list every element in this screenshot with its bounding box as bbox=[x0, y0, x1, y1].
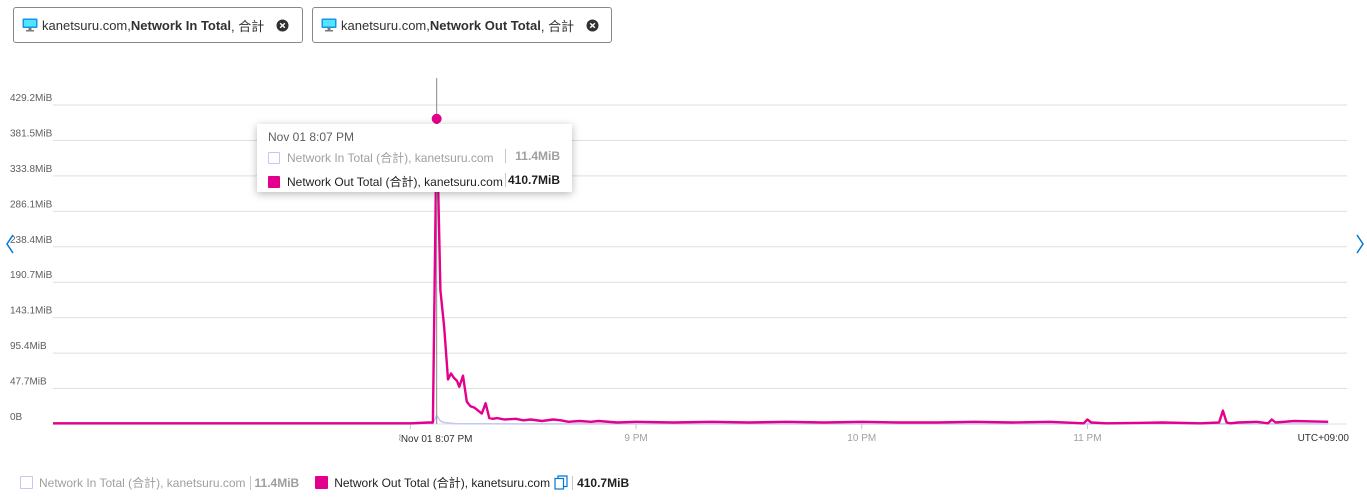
y-tick-label: 429.2MiB bbox=[10, 93, 53, 104]
y-tick-label: 333.8MiB bbox=[10, 164, 53, 175]
y-tick-label: 95.4MiB bbox=[10, 341, 47, 352]
series-swatch bbox=[268, 151, 280, 164]
legend-label: Network Out Total (合計), kanetsuru.com bbox=[334, 476, 551, 490]
x-axis-labels: 8 PM9 PM10 PM11 PMUTC+09:00 bbox=[399, 424, 1350, 444]
legend-value: 410.7MiB bbox=[572, 475, 629, 490]
metric-pill-network-in[interactable]: kanetsuru.com, Network In Total, 合計 bbox=[13, 7, 303, 43]
tooltip-label: Network Out Total (合計), kanetsuru.com bbox=[287, 175, 503, 189]
vm-icon bbox=[321, 18, 337, 32]
divider bbox=[505, 173, 506, 187]
pill-resource: kanetsuru.com, bbox=[341, 17, 430, 33]
x-tick-label: 9 PM bbox=[624, 433, 647, 444]
vm-icon bbox=[22, 18, 38, 32]
y-tick-label: 381.5MiB bbox=[10, 128, 53, 139]
grid-lines bbox=[53, 104, 1347, 425]
tooltip-label: Network In Total (合計), kanetsuru.com bbox=[287, 151, 494, 165]
pill-metric: Network In Total bbox=[130, 17, 232, 33]
legend-swatch bbox=[315, 476, 329, 489]
line-chart[interactable]: 0B 47.7MiB 95.4MiB 143.1MiB 190.7MiB 238.4MiB… bbox=[0, 60, 1367, 460]
tooltip-row-in: Network In Total (合計), kanetsuru.com bbox=[268, 149, 494, 166]
y-tick-label: 286.1MiB bbox=[10, 199, 53, 210]
legend-item-network-out[interactable]: Network Out Total (合計), kanetsuru.com 41… bbox=[315, 474, 629, 491]
metric-pill-network-out[interactable]: kanetsuru.com, Network Out Total, 合計 bbox=[312, 7, 612, 43]
close-icon[interactable] bbox=[276, 19, 289, 32]
legend-value: 11.4MiB bbox=[249, 475, 299, 490]
series-swatch bbox=[268, 175, 280, 188]
legend-label: Network In Total (合計), kanetsuru.com bbox=[39, 476, 246, 490]
pill-metric: Network Out Total bbox=[429, 17, 541, 33]
pill-agg: , 合計 bbox=[540, 18, 575, 34]
y-tick-label: 0B bbox=[10, 412, 23, 423]
series-lines bbox=[53, 117, 1329, 425]
tooltip-value: 11.4MiB bbox=[515, 149, 560, 163]
y-axis-labels: 0B 47.7MiB 95.4MiB 143.1MiB 190.7MiB 238.4MiB… bbox=[10, 93, 53, 423]
y-tick-label: 47.7MiB bbox=[10, 377, 47, 388]
tooltip-title: Nov 01 8:07 PM bbox=[268, 130, 355, 144]
legend-item-network-in[interactable]: Network In Total (合計), kanetsuru.com 11.… bbox=[20, 474, 299, 491]
y-tick-label: 143.1MiB bbox=[10, 306, 53, 317]
tooltip-row-out: Network Out Total (合計), kanetsuru.com bbox=[268, 173, 503, 190]
hover-tooltip: Nov 01 8:07 PM Network In Total (合計), ka… bbox=[257, 124, 572, 192]
chevron-left-icon[interactable] bbox=[4, 233, 16, 255]
chart-legend: Network In Total (合計), kanetsuru.com 11.… bbox=[20, 474, 629, 491]
timezone-label: UTC+09:00 bbox=[1298, 433, 1350, 444]
pill-agg: , 合計 bbox=[231, 18, 265, 34]
chevron-right-icon[interactable] bbox=[1354, 233, 1366, 255]
pill-resource: kanetsuru.com, bbox=[42, 17, 131, 33]
x-tick-label: 11 PM bbox=[1073, 433, 1101, 444]
close-icon[interactable] bbox=[586, 19, 599, 32]
y-tick-label: 238.4MiB bbox=[10, 235, 53, 246]
copy-icon[interactable] bbox=[554, 475, 568, 490]
series-line bbox=[53, 117, 1329, 425]
hover-point bbox=[431, 113, 442, 124]
legend-swatch bbox=[20, 476, 33, 489]
crosshair-label: Nov 01 8:07 PM bbox=[401, 434, 473, 445]
x-tick-label: 10 PM bbox=[847, 433, 876, 444]
divider bbox=[505, 149, 506, 163]
tooltip-value: 410.7MiB bbox=[507, 173, 560, 187]
y-tick-label: 190.7MiB bbox=[10, 270, 53, 281]
